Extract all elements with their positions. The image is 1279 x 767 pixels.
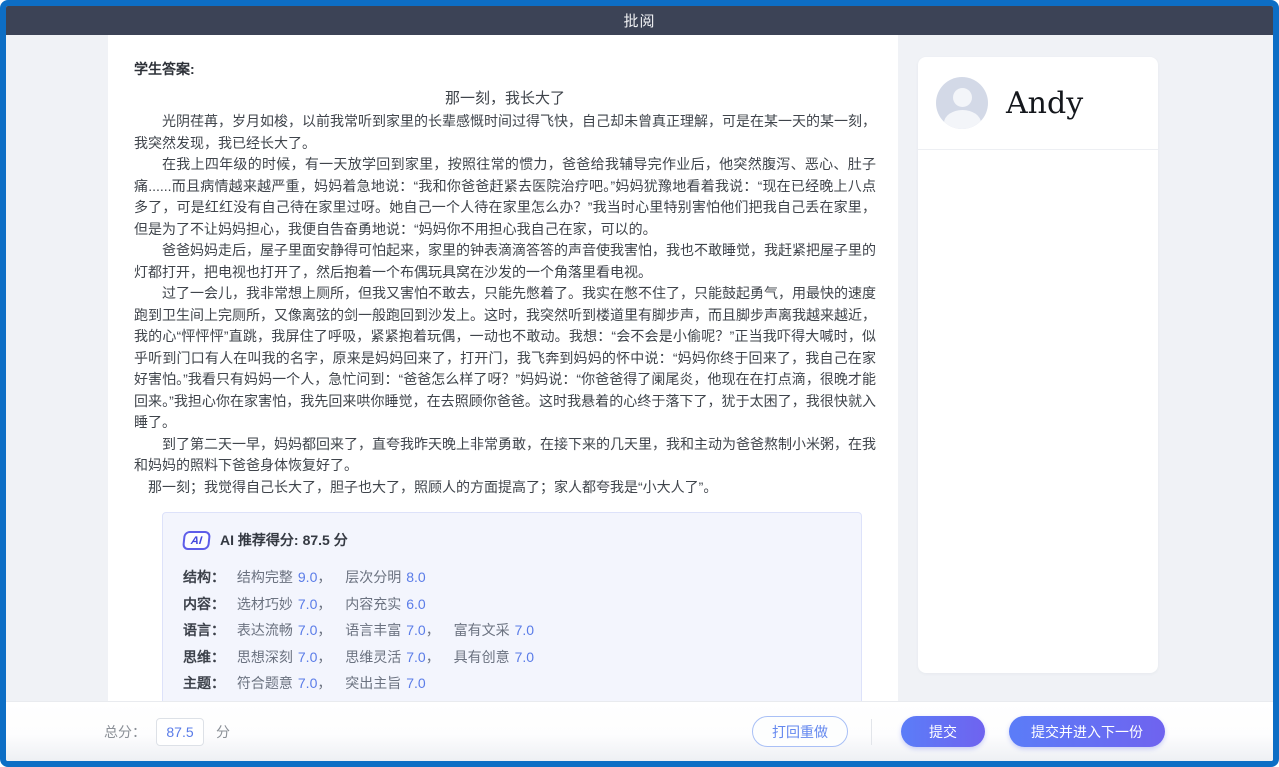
criterion-name: 富有文采 [454, 622, 510, 638]
criterion-score: 7.0 [298, 622, 317, 638]
ai-score-label: AI 推荐得分: [220, 530, 299, 550]
criterion-score: 7.0 [298, 649, 317, 665]
score-unit-label: 分 [216, 722, 230, 742]
submit-button[interactable]: 提交 [901, 716, 985, 747]
criterion-score: 8.0 [406, 569, 425, 585]
criterion-label: 思维： [183, 649, 225, 665]
essay-paragraph: 光阴荏苒，岁月如梭，以前我常听到家里的长辈感慨时间过得飞快，自己却未曾真正理解，… [134, 111, 876, 154]
header: 批阅 [6, 6, 1273, 35]
student-card: Andy [918, 57, 1158, 673]
criterion-label: 主题： [183, 675, 225, 691]
criterion-name: 突出主旨 [345, 675, 401, 691]
student-name: Andy [1006, 86, 1083, 121]
criterion-name: 选材巧妙 [237, 596, 293, 612]
criterion-label: 内容： [183, 596, 225, 612]
criterion-label: 结构： [183, 569, 225, 585]
criterion-score: 7.0 [406, 649, 425, 665]
essay-paragraph: 那一刻；我觉得自己长大了，胆子也大了，照顾人的方面提高了；家人都夸我是“小大人了… [134, 477, 876, 499]
ai-criterion-row: 思维： 思想深刻7.0， 思维灵活7.0， 具有创意7.0 [183, 644, 841, 671]
total-score-group: 总分： 分 [104, 718, 230, 746]
reject-redo-button[interactable]: 打回重做 [752, 716, 848, 747]
criterion-score: 7.0 [298, 675, 317, 691]
essay-paragraph: 到了第二天一早，妈妈都回来了，直夸我昨天晚上非常勇敢，在接下来的几天里，我和主动… [134, 434, 876, 477]
criterion-score: 6.0 [406, 596, 425, 612]
ai-criterion-row: 语言： 表达流畅7.0， 语言丰富7.0， 富有文采7.0 [183, 617, 841, 644]
essay-paragraph: 过了一会儿，我非常想上厕所，但我又害怕不敢去，只能先憋着了。我实在憋不住了，只能… [134, 283, 876, 434]
ai-score-value: 87.5 分 [303, 530, 348, 550]
criterion-name: 层次分明 [345, 569, 401, 585]
essay-panel: 学生答案: 那一刻，我长大了 光阴荏苒，岁月如梭，以前我常听到家里的长辈感慨时间… [108, 35, 898, 701]
criterion-name: 表达流畅 [237, 622, 293, 638]
student-answer-label: 学生答案: [134, 59, 876, 79]
essay-paragraph: 在我上四年级的时候，有一天放学回到家里，按照往常的惯力，爸爸给我辅导完作业后，他… [134, 154, 876, 240]
criterion-name: 结构完整 [237, 569, 293, 585]
criterion-score: 7.0 [406, 675, 425, 691]
criterion-score: 9.0 [298, 569, 317, 585]
page-title: 批阅 [623, 10, 655, 31]
student-card-header: Andy [918, 57, 1158, 149]
essay-paragraph: 爸爸妈妈走后，屋子里面安静得可怕起来，家里的钟表滴滴答答的声音使我害怕，我也不敢… [134, 240, 876, 283]
button-divider [871, 719, 872, 745]
avatar [936, 77, 988, 129]
app-window: 批阅 学生答案: 那一刻，我长大了 光阴荏苒，岁月如梭，以前我常听到家里的长辈感… [0, 0, 1279, 767]
criterion-name: 思维灵活 [345, 649, 401, 665]
essay-title: 那一刻，我长大了 [134, 87, 876, 111]
side-column: Andy [898, 35, 1273, 701]
criterion-score: 7.0 [298, 596, 317, 612]
ai-criterion-row: 结构： 结构完整9.0， 层次分明8.0 [183, 564, 841, 591]
total-score-input[interactable] [156, 718, 204, 746]
ai-badge-icon: AI [182, 531, 211, 550]
ai-criterion-row: 内容： 选材巧妙7.0， 内容充实6.0 [183, 591, 841, 618]
criterion-score: 7.0 [515, 622, 534, 638]
criterion-name: 思想深刻 [237, 649, 293, 665]
avatar-head-shape [953, 88, 972, 107]
submit-and-next-button[interactable]: 提交并进入下一份 [1009, 716, 1165, 747]
card-divider [918, 149, 1158, 150]
criterion-name: 内容充实 [345, 596, 401, 612]
ai-score-box: AI AI 推荐得分: 87.5 分 结构： 结构完整9.0， 层次分明8.0 … [162, 512, 862, 701]
avatar-shoulders-shape [944, 110, 981, 129]
footer-actions: 打回重做 提交 提交并进入下一份 [752, 716, 1165, 747]
criterion-score: 7.0 [406, 622, 425, 638]
criterion-name: 具有创意 [454, 649, 510, 665]
criterion-name: 语言丰富 [345, 622, 401, 638]
ai-criterion-row: 主题： 符合题意7.0， 突出主旨7.0 [183, 670, 841, 697]
criterion-score: 7.0 [515, 649, 534, 665]
main-content: 学生答案: 那一刻，我长大了 光阴荏苒，岁月如梭，以前我常听到家里的长辈感慨时间… [6, 35, 1273, 701]
criterion-name: 符合题意 [237, 675, 293, 691]
criterion-label: 语言： [183, 622, 225, 638]
footer: 总分： 分 打回重做 提交 提交并进入下一份 [6, 701, 1273, 761]
ai-score-header: AI AI 推荐得分: 87.5 分 [183, 530, 841, 550]
total-score-label: 总分： [104, 722, 146, 742]
